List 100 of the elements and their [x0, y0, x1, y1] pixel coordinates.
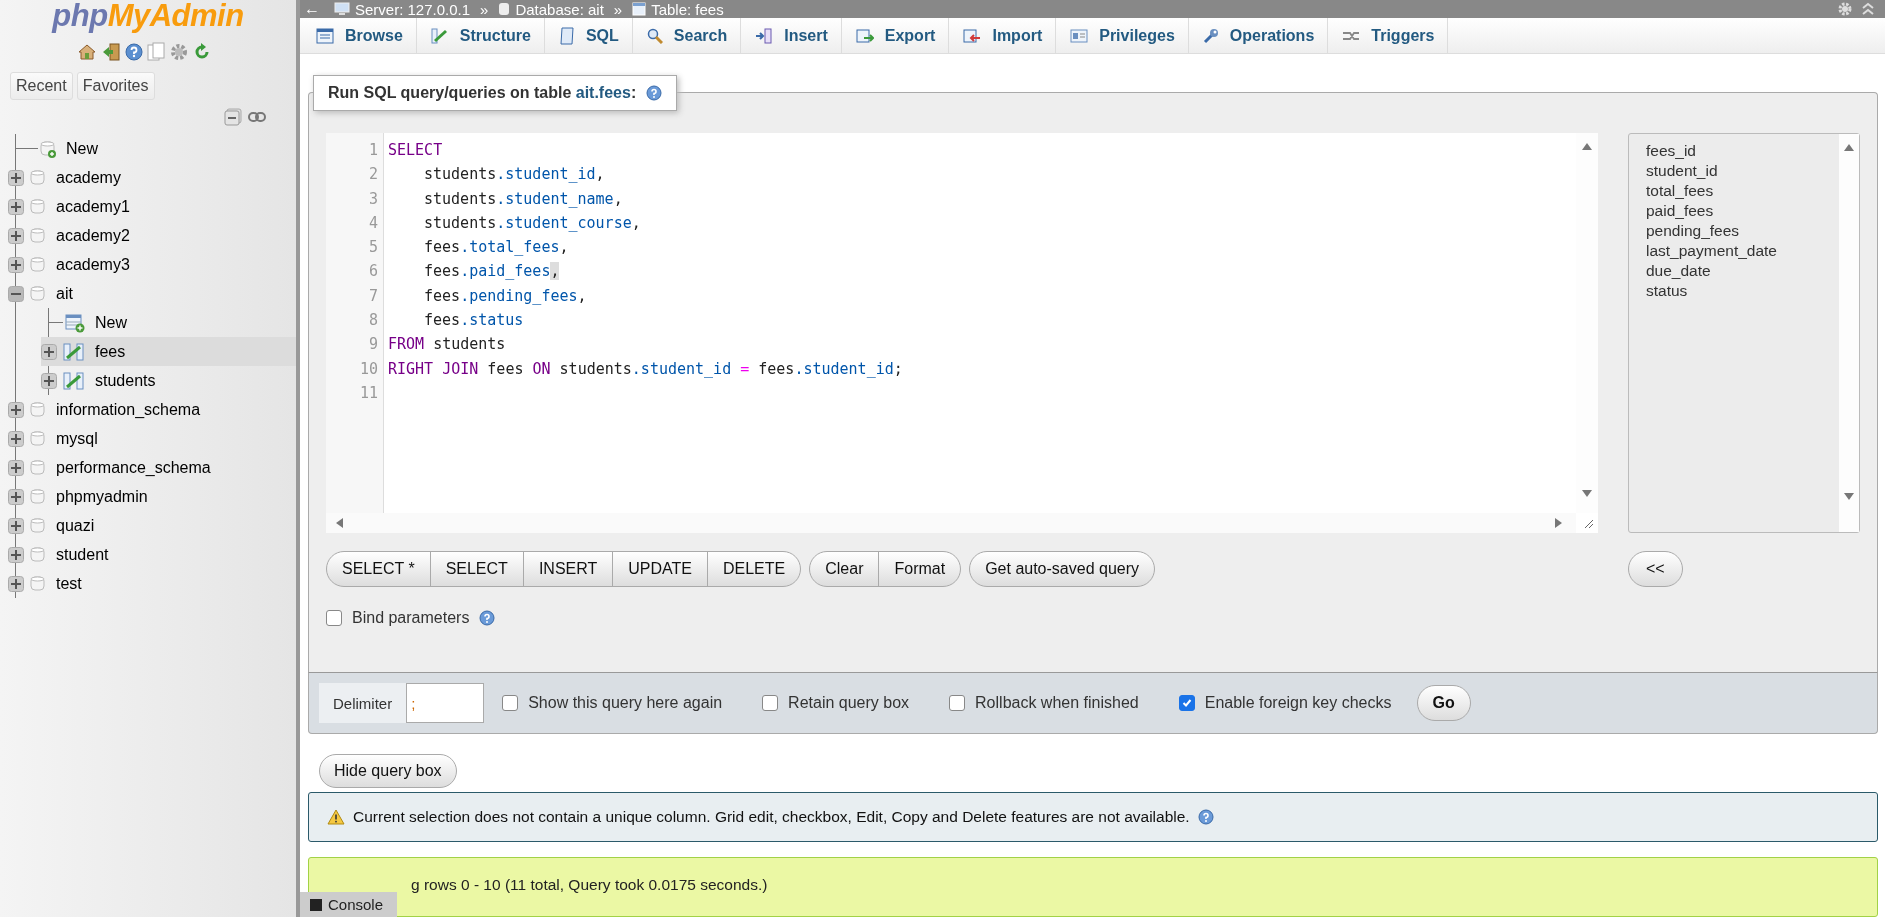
expand-icon[interactable] [8, 401, 24, 418]
tree-item[interactable]: student [56, 545, 109, 564]
tab[interactable]: Search [632, 18, 742, 53]
expand-icon[interactable] [8, 256, 24, 273]
tab[interactable]: Export [841, 18, 950, 53]
logo[interactable]: phpMyAdmin [52, 0, 244, 34]
collapse-all-icon[interactable] [224, 108, 242, 126]
nav-button[interactable]: Favorites [76, 72, 155, 100]
tree-item[interactable]: ait [56, 284, 73, 303]
expand-icon[interactable] [41, 372, 57, 389]
exit-icon[interactable] [101, 42, 121, 62]
code-line: SELECT [388, 141, 443, 159]
column-option[interactable]: due_date [1646, 261, 1839, 281]
help-icon[interactable] [1197, 809, 1214, 825]
tree-item[interactable]: academy1 [56, 197, 130, 216]
tab[interactable]: Insert [741, 18, 842, 53]
settings-icon[interactable] [1837, 1, 1853, 18]
delimiter-field[interactable]: ; [406, 683, 485, 723]
import-icon [963, 27, 982, 44]
scroll-left-icon[interactable] [334, 517, 344, 529]
document-icon [558, 26, 575, 45]
tab[interactable]: Operations [1188, 18, 1329, 53]
tree-item[interactable]: performance_schema [56, 458, 211, 477]
tree-item[interactable]: fees [95, 342, 126, 361]
expand-icon[interactable] [41, 343, 57, 360]
checkbox[interactable] [762, 695, 779, 711]
back-arrow[interactable]: ← [304, 0, 320, 19]
tree-item[interactable]: New [66, 139, 98, 158]
console-tab[interactable]: Console [300, 892, 398, 917]
expand-icon[interactable] [8, 198, 24, 215]
scroll-up-icon[interactable] [1843, 142, 1855, 152]
tab[interactable]: Structure [416, 18, 545, 53]
checkbox[interactable] [326, 610, 342, 626]
scroll-down-icon[interactable] [1581, 489, 1593, 499]
tab[interactable]: Triggers [1328, 18, 1449, 53]
database-icon [30, 545, 46, 564]
tree-item[interactable]: mysql [56, 429, 98, 448]
tree-item[interactable]: quazi [56, 516, 95, 535]
breadcrumb-link[interactable]: Database: ait [498, 0, 604, 18]
query-button[interactable]: INSERT [523, 552, 614, 586]
reload-icon[interactable] [193, 43, 211, 61]
tab[interactable]: Import [949, 18, 1057, 53]
tree-item[interactable]: New [95, 313, 127, 332]
expand-icon[interactable] [8, 488, 24, 505]
breadcrumb-link[interactable]: Server: 127.0.0.1 [334, 0, 471, 18]
checkbox[interactable] [1178, 695, 1195, 711]
tree-item[interactable]: information_schema [56, 400, 201, 419]
help-icon[interactable] [125, 43, 143, 61]
tab[interactable]: Privileges [1056, 18, 1189, 53]
expand-icon[interactable] [8, 517, 24, 534]
help-icon[interactable] [646, 85, 663, 101]
column-option[interactable]: fees_id [1646, 141, 1839, 161]
line-number: 4 [367, 212, 379, 234]
query-button[interactable]: UPDATE [613, 552, 708, 586]
expand-icon[interactable] [8, 459, 24, 476]
help-icon[interactable] [479, 610, 496, 626]
scroll-up-icon[interactable] [1581, 141, 1593, 151]
go-button[interactable]: Go [1416, 685, 1471, 721]
insert-column-button[interactable]: << [1628, 551, 1683, 587]
query-button[interactable]: DELETE [708, 552, 801, 586]
breadcrumb-link[interactable]: Table: fees [632, 0, 724, 18]
table-link[interactable]: ait.fees [575, 84, 631, 101]
expand-icon[interactable] [8, 430, 24, 447]
expand-icon[interactable] [8, 575, 24, 592]
column-option[interactable]: total_fees [1646, 181, 1839, 201]
database-icon [30, 574, 46, 593]
tree-item[interactable]: students [95, 371, 156, 390]
query-button[interactable]: Clear [810, 552, 880, 586]
tree-item[interactable]: academy [56, 168, 121, 187]
column-option[interactable]: paid_fees [1646, 201, 1839, 221]
nav-button[interactable]: Recent [10, 72, 73, 100]
database-icon [498, 2, 511, 17]
expand-icon[interactable] [8, 169, 24, 186]
tree-item[interactable]: academy2 [56, 226, 130, 245]
checkbox[interactable] [949, 695, 966, 711]
column-option[interactable]: pending_fees [1646, 221, 1839, 241]
scroll-down-icon[interactable] [1843, 492, 1855, 502]
query-button[interactable]: SELECT * [327, 552, 431, 586]
tree-item[interactable]: phpmyadmin [56, 487, 148, 506]
settings-icon[interactable] [169, 42, 189, 62]
column-option[interactable]: last_payment_date [1646, 241, 1839, 261]
link-icon[interactable] [248, 112, 266, 122]
column-option[interactable]: student_id [1646, 161, 1839, 181]
scroll-right-icon[interactable] [1554, 517, 1564, 529]
column-list[interactable]: fees_id student_id total_fees paid_fees pending_fees last_payment_date due_date status [1628, 133, 1860, 533]
tree-item[interactable]: academy3 [56, 255, 130, 274]
collapse-icon[interactable] [8, 285, 24, 302]
expand-icon[interactable] [8, 546, 24, 563]
query-button[interactable]: Get auto-saved query [970, 552, 1154, 586]
tab[interactable]: SQL [544, 18, 633, 53]
query-button[interactable]: SELECT [430, 552, 524, 586]
expand-icon[interactable] [8, 227, 24, 244]
checkbox[interactable] [502, 695, 519, 711]
column-option[interactable]: status [1646, 281, 1839, 301]
tab[interactable]: Browse [302, 18, 417, 53]
home-icon[interactable] [77, 42, 97, 62]
hide-query-box-button[interactable]: Hide query box [319, 754, 457, 788]
resize-grip-icon[interactable] [1584, 519, 1594, 529]
query-button[interactable]: Format [879, 552, 961, 586]
tree-item[interactable]: test [56, 574, 82, 593]
